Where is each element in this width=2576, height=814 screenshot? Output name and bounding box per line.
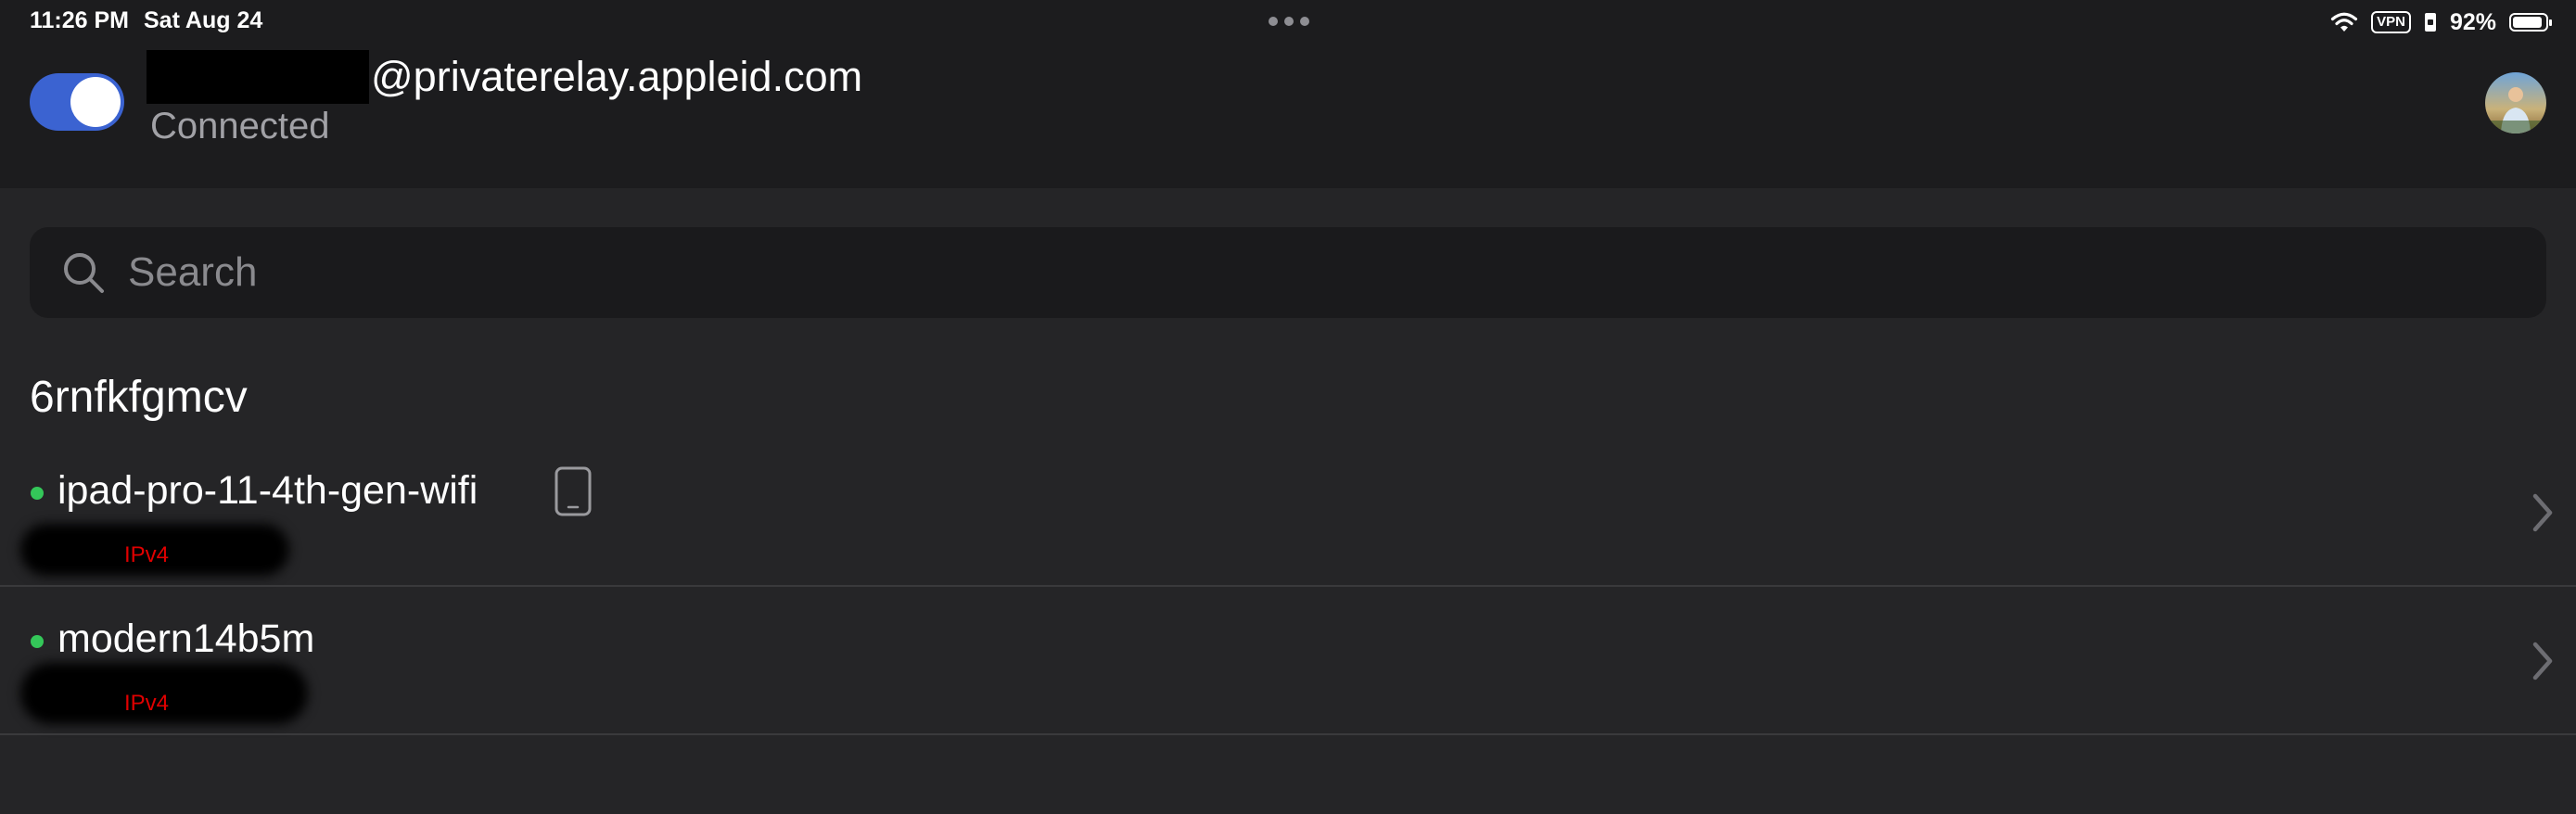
ip-version-label: IPv4 [124,542,170,567]
battery-percent: 92% [2449,8,2496,35]
row-divider [0,733,2576,735]
toggle-knob [70,77,121,127]
device-row-ipad[interactable]: ipad-pro-11-4th-gen-wifi IPv4 [0,439,2576,587]
status-date: Sat Aug 24 [144,7,263,33]
status-indicators: VPN 92% [2330,7,2552,37]
chevron-right-icon [2532,493,2553,532]
battery-icon [2509,13,2552,32]
main-content: 6rnfkfgmcv ipad-pro-11-4th-gen-wifi IPv4… [0,188,2576,814]
chevron-right-icon [2532,642,2553,680]
tablet-icon [555,466,592,516]
search-bar[interactable] [30,227,2546,318]
battery-fill [2513,17,2542,28]
ip-version-label: IPv4 [124,691,170,716]
tailnet-name: 6rnfkfgmcv [30,373,248,422]
multitasking-dots-icon[interactable] [1269,17,1309,26]
vpn-badge: VPN [2371,11,2411,33]
email-domain: @privaterelay.appleid.com [371,53,863,100]
online-status-dot [31,635,44,648]
search-icon [64,253,104,293]
avatar[interactable] [2485,72,2546,134]
status-time: 11:26 PM [30,7,130,33]
status-bar: 11:26 PM Sat Aug 24 VPN 92% [0,0,2576,45]
header: @privaterelay.appleid.com Connected [0,45,2576,188]
device-row-modern14b5m[interactable]: modern14b5m IPv4 [0,587,2576,735]
vpn-toggle[interactable] [30,73,124,131]
account-email: @privaterelay.appleid.com [147,50,862,104]
connection-status: Connected [150,106,330,146]
wifi-icon [2331,12,2358,32]
search-input[interactable] [126,248,2448,297]
device-name: ipad-pro-11-4th-gen-wifi [57,468,478,513]
email-redaction [147,50,369,104]
device-name: modern14b5m [57,617,315,661]
orientation-lock-icon [2424,13,2436,32]
online-status-dot [31,487,44,500]
